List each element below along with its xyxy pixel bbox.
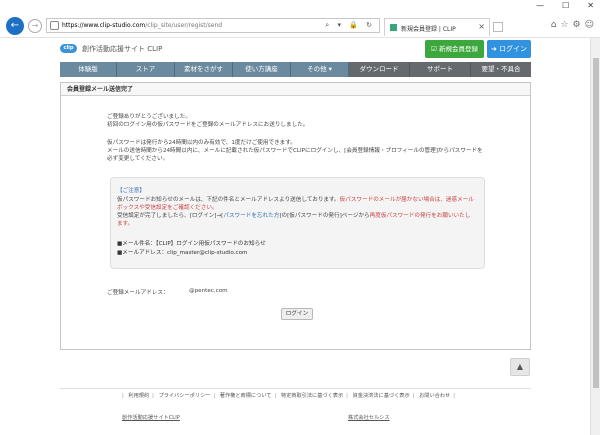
nav-item-other[interactable]: その他 ▾: [291, 62, 349, 77]
minimize-icon[interactable]: —: [536, 1, 544, 10]
notice-mail-info: ■メール件名：【CLIP】ログイン用仮パスワードのお知らせ ■メールアドレス：c…: [117, 240, 266, 257]
registered-mail-label: ご登録メールアドレス：: [107, 290, 169, 296]
notice-box: 【ご注意】 仮パスワードお知らせのメールは、下記の件名とメールアドレスより送信し…: [110, 177, 485, 269]
mail-subject: ■メール件名：【CLIP】ログイン用仮パスワードのお知らせ: [117, 241, 266, 247]
forward-icon[interactable]: →: [28, 19, 42, 33]
site-title: 創作活動応援サイト CLIP: [82, 45, 163, 53]
info-line-3: 必ず変更してください。: [107, 156, 169, 162]
nav-item-requests[interactable]: 要望・不具合: [471, 62, 531, 77]
intro-text: ご登録ありがとうございました。 初回のログイン用の仮パスワードをご登録のメールア…: [107, 113, 497, 129]
nav-item-support[interactable]: サポート: [410, 62, 471, 77]
notice-line-3c: 再度仮パスワードの発行をお願いいたし: [369, 213, 471, 219]
favorites-icon[interactable]: ☆: [560, 20, 568, 30]
maximize-icon[interactable]: ☐: [562, 1, 569, 10]
settings-icon[interactable]: ⚙: [573, 20, 581, 30]
footer-link-copyright[interactable]: 著作権と商標について: [220, 393, 272, 399]
url-path: /clip_site/user/regist/send: [145, 22, 223, 29]
footer-link-privacy[interactable]: プライバシーポリシー: [159, 393, 211, 399]
notice-line-4: ます。: [117, 221, 134, 227]
url-host: https://www.clip-studio.com: [62, 22, 146, 29]
panel-heading: 会員登録メール送信完了: [61, 83, 530, 96]
nav-item-trial[interactable]: 体験版: [60, 62, 117, 77]
register-button[interactable]: ☑ 新規会員登録: [425, 40, 484, 58]
address-actions-icons[interactable]: ⌕ ▾ 🔒 ↻: [325, 21, 375, 30]
info-line-1: 仮パスワードは発行から24時間以内のみ有効で、1度だけご使用できます。: [107, 140, 296, 146]
close-icon[interactable]: ✕: [587, 1, 594, 10]
footer-link-funds[interactable]: 資金決済法に基づく表示: [353, 393, 410, 399]
window-controls: — ☐ ✕: [536, 1, 594, 10]
tab-favicon-icon: [390, 24, 397, 31]
browser-tab[interactable]: 新規会員登録 | CLIP ×: [384, 18, 490, 36]
page-scrollbar[interactable]: [590, 38, 600, 435]
notice-line-3b: ]の[仮パスワードの発行]ページから: [279, 213, 370, 219]
nav-item-store[interactable]: ストア: [117, 62, 175, 77]
window-titlebar: — ☐ ✕: [0, 0, 600, 14]
scroll-to-top-button[interactable]: ▲: [510, 358, 530, 376]
nav-item-download[interactable]: ダウンロード: [349, 62, 410, 77]
site-header: clip 創作活動応援サイト CLIP ☑ 新規会員登録 ➜ ログイン: [0, 38, 590, 62]
notice-title: 【ご注意】: [117, 188, 145, 194]
footer-divider: [60, 388, 531, 389]
tab-title: 新規会員登録 | CLIP: [401, 26, 456, 33]
panel-login-button[interactable]: ログイン: [281, 308, 313, 320]
main-nav: 体験版 ストア 素材をさがす 使い方講座 その他 ▾ ダウンロード サポート 要…: [60, 62, 531, 77]
back-icon[interactable]: ←: [6, 17, 24, 35]
content-panel: 会員登録メール送信完了 ご登録ありがとうございました。 初回のログイン用の仮パス…: [60, 82, 531, 350]
footer-links: | 利用規約 | プライバシーポリシー | 著作権と商標について | 特定商取引法に基…: [122, 393, 455, 399]
home-icon[interactable]: ⌂: [551, 20, 557, 30]
notice-line-3a: 受信設定が完了しましたら、[ログイン]→[: [117, 213, 224, 219]
intro-line-1: ご登録ありがとうございました。: [107, 114, 191, 120]
browser-toolbar: ← → https://www.clip-studio.com/clip_sit…: [0, 14, 600, 38]
notice-line-1a: 仮パスワードお知らせのメールは、下記の件名とメールアドレスより送信しております。: [117, 197, 340, 203]
info-line-2: メールの送信時間から24時間以内に、メールに記載された仮パスワードでCLIPにロ…: [107, 148, 483, 154]
intro-line-2: 初回のログイン用の仮パスワードをご登録のメールアドレスにお送りしました。: [107, 122, 309, 128]
clip-logo[interactable]: clip: [60, 44, 77, 53]
footer-brand-celsys[interactable]: 株式会社セルシス: [348, 414, 390, 421]
feedback-icon[interactable]: ☺: [585, 20, 594, 30]
browser-icons: ⌂ ☆ ⚙ ☺: [551, 20, 594, 30]
footer-link-commerce[interactable]: 特定商取引法に基づく表示: [281, 393, 343, 399]
tab-close-icon[interactable]: ×: [478, 22, 485, 31]
login-button[interactable]: ➜ ログイン: [487, 40, 531, 58]
footer-brand-clip[interactable]: 創作活動応援サイトCLIP: [122, 414, 180, 421]
forgot-password-link[interactable]: パスワードを忘れた方: [223, 213, 279, 219]
new-tab-button[interactable]: [493, 22, 503, 32]
scrollbar-thumb[interactable]: [593, 58, 599, 388]
notice-line-1b: 仮パスワードのメールが届かない場合は、迷惑メール: [339, 197, 474, 203]
mail-address: ■メールアドレス：clip_master@clip-studio.com: [117, 249, 248, 256]
info-text: 仮パスワードは発行から24時間以内のみ有効で、1度だけご使用できます。 メールの…: [107, 139, 517, 163]
footer-link-terms[interactable]: 利用規約: [128, 393, 149, 399]
nav-item-tutorials[interactable]: 使い方講座: [233, 62, 291, 77]
nav-item-materials[interactable]: 素材をさがす: [175, 62, 233, 77]
address-url[interactable]: https://www.clip-studio.com/clip_site/us…: [62, 22, 222, 29]
footer-link-contact[interactable]: お問い合わせ: [419, 393, 450, 399]
address-bar[interactable]: https://www.clip-studio.com/clip_site/us…: [46, 18, 380, 33]
registered-mail-value: @pentec.com: [189, 288, 228, 294]
site-icon: [50, 21, 59, 30]
notice-text: 仮パスワードお知らせのメールは、下記の件名とメールアドレスより送信しております。…: [117, 196, 480, 228]
notice-line-2: ボックスや受信設定をご確認ください。: [117, 205, 218, 211]
